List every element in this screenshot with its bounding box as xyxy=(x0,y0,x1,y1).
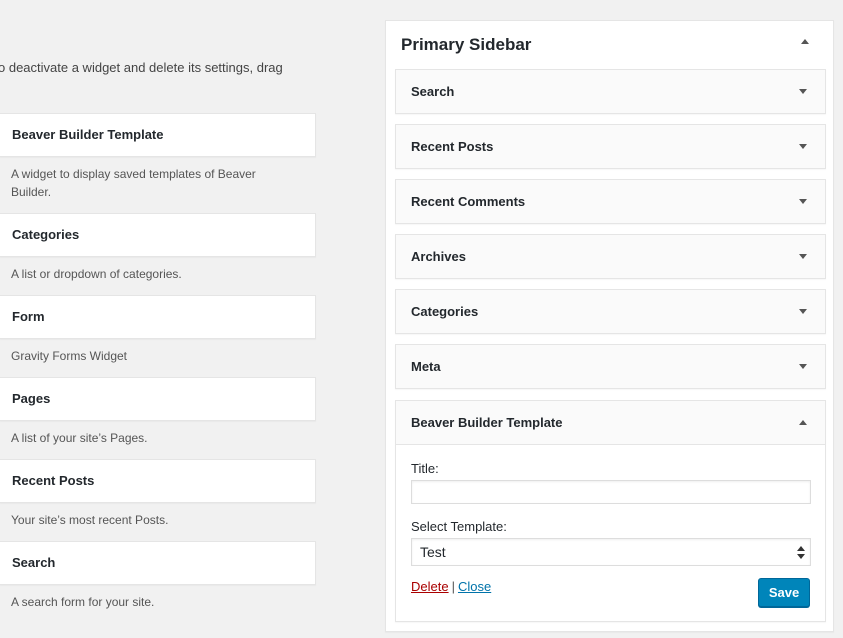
expand-arrow-icon[interactable] xyxy=(799,254,807,259)
select-template-label: Select Template: xyxy=(411,519,507,534)
available-widget-description: Gravity Forms Widget xyxy=(11,349,128,363)
available-widget-description: A list of your site’s Pages. xyxy=(11,431,148,445)
widget-header[interactable]: Beaver Builder Template xyxy=(396,401,825,445)
sidebar-title: Primary Sidebar xyxy=(401,35,532,54)
available-widget: Pages A list of your site’s Pages. xyxy=(0,377,316,459)
widget-title: Archives xyxy=(411,249,466,264)
intro-text: o deactivate a widget and delete its set… xyxy=(0,60,283,75)
widget-title: Beaver Builder Template xyxy=(411,415,563,430)
close-link[interactable]: Close xyxy=(458,579,491,594)
expand-arrow-icon[interactable] xyxy=(799,89,807,94)
expand-arrow-icon[interactable] xyxy=(799,364,807,369)
available-widget-title[interactable]: Categories xyxy=(0,213,316,257)
available-widget-title[interactable]: Pages xyxy=(0,377,316,421)
available-widget-description: A list or dropdown of categories. xyxy=(11,267,182,281)
widget-title: Recent Comments xyxy=(411,194,526,209)
available-widget: Categories A list or dropdown of categor… xyxy=(0,213,316,295)
expand-arrow-icon[interactable] xyxy=(799,144,807,149)
available-widget-title[interactable]: Form xyxy=(0,295,316,339)
sidebar-widget-recent-posts[interactable]: Recent Posts xyxy=(395,124,826,169)
primary-sidebar-area: Primary Sidebar Search Recent Posts Rece… xyxy=(385,20,834,632)
available-widget-description: A widget to display saved templates of B… xyxy=(11,167,256,199)
sidebar-widget-categories[interactable]: Categories xyxy=(395,289,826,334)
available-widget-description: A search form for your site. xyxy=(11,595,155,609)
available-widget: Recent Posts Your site’s most recent Pos… xyxy=(0,459,316,541)
available-widget-title[interactable]: Beaver Builder Template xyxy=(0,113,316,157)
widget-title: Categories xyxy=(411,304,479,319)
available-widgets-list: Beaver Builder Template A widget to disp… xyxy=(0,113,316,623)
available-widget-title[interactable]: Search xyxy=(0,541,316,585)
template-select-value: Test xyxy=(420,544,446,560)
delete-link[interactable]: Delete xyxy=(411,579,449,594)
action-separator: | xyxy=(451,579,455,594)
select-arrows-icon xyxy=(797,546,805,559)
title-input[interactable] xyxy=(411,480,811,504)
sidebar-widget-recent-comments[interactable]: Recent Comments xyxy=(395,179,826,224)
sidebar-widget-meta[interactable]: Meta xyxy=(395,344,826,389)
collapse-arrow-icon[interactable] xyxy=(799,420,807,425)
available-widget: Form Gravity Forms Widget xyxy=(0,295,316,377)
widget-title: Recent Posts xyxy=(411,139,494,154)
sidebar-widget-beaver-builder-template: Beaver Builder Template Title: Select Te… xyxy=(395,400,826,622)
widget-title: Meta xyxy=(411,359,441,374)
available-widget-title[interactable]: Recent Posts xyxy=(0,459,316,503)
sidebar-widget-archives[interactable]: Archives xyxy=(395,234,826,279)
available-widget: Beaver Builder Template A widget to disp… xyxy=(0,113,316,213)
available-widget: Search A search form for your site. xyxy=(0,541,316,623)
save-button[interactable]: Save xyxy=(758,578,810,607)
widget-actions: Delete | Close xyxy=(411,579,491,594)
available-widget-description: Your site’s most recent Posts. xyxy=(11,513,169,527)
expand-arrow-icon[interactable] xyxy=(799,199,807,204)
template-select[interactable]: Test xyxy=(411,538,811,566)
collapse-arrow-icon[interactable] xyxy=(801,39,809,44)
sidebar-header[interactable]: Primary Sidebar xyxy=(386,21,833,69)
title-label: Title: xyxy=(411,461,439,476)
expand-arrow-icon[interactable] xyxy=(799,309,807,314)
sidebar-widget-search[interactable]: Search xyxy=(395,69,826,114)
widget-title: Search xyxy=(411,84,455,99)
